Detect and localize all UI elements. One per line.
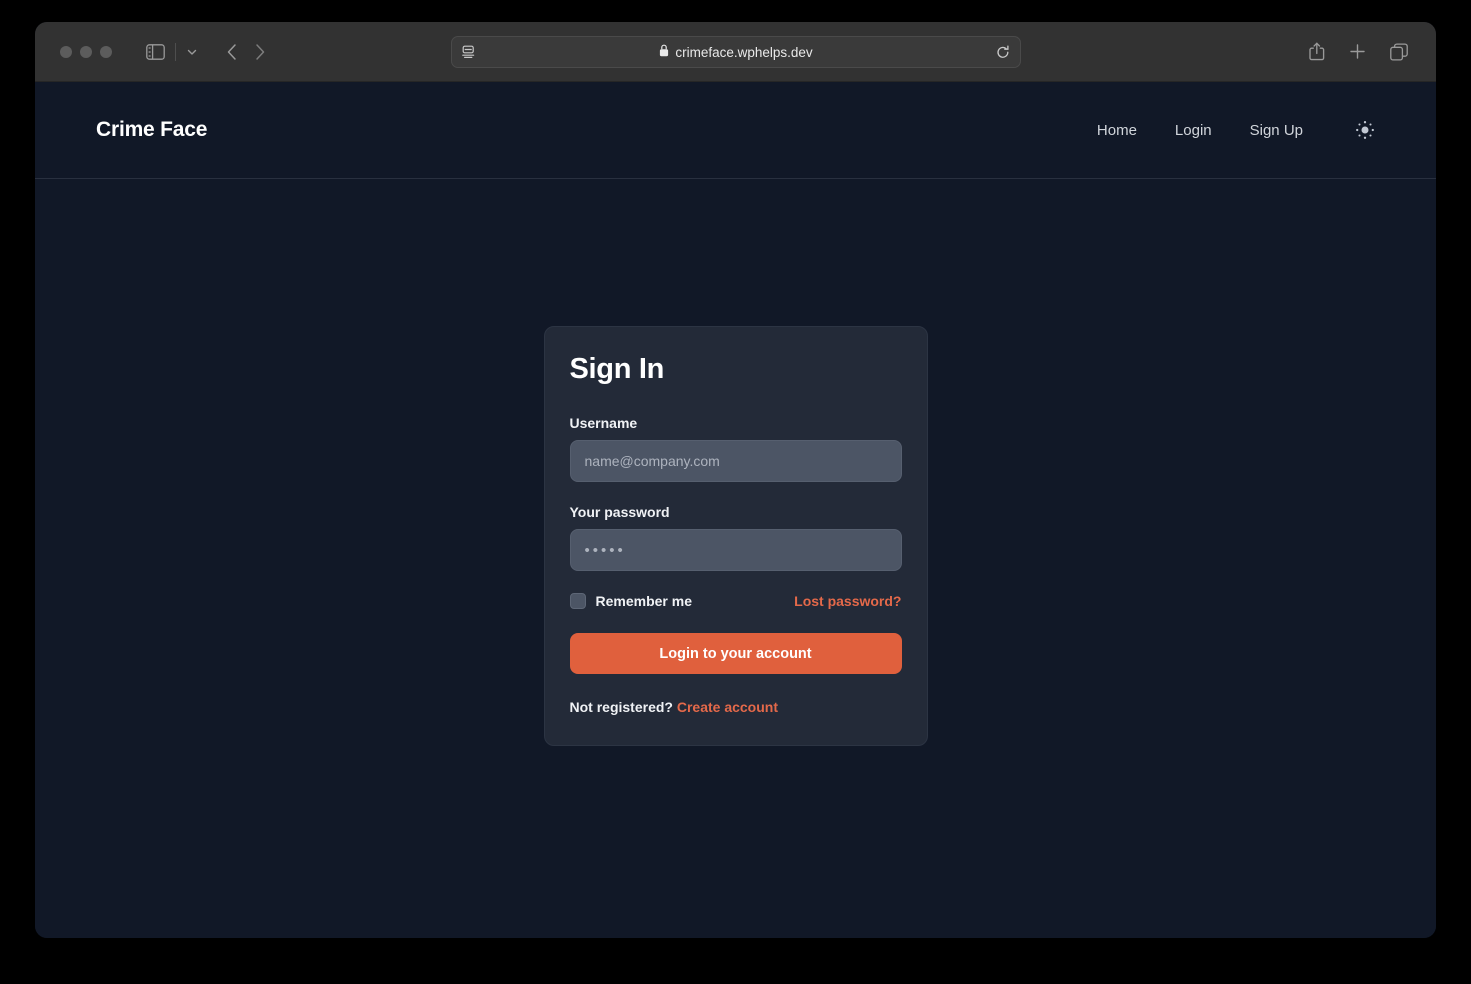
url-text: crimeface.wphelps.dev: [675, 44, 813, 60]
sidebar-toggle-icon[interactable]: [146, 43, 165, 60]
close-window-button[interactable]: [60, 45, 72, 58]
remember-me-checkbox[interactable]: [569, 593, 586, 609]
address-bar[interactable]: crimeface.wphelps.dev: [450, 36, 1021, 68]
password-input[interactable]: [569, 529, 902, 571]
navigation-arrows: [226, 43, 266, 61]
main-content: Sign In Username Your password Remember …: [35, 179, 1436, 746]
password-label: Your password: [569, 504, 670, 520]
maximize-window-button[interactable]: [100, 45, 112, 58]
plus-icon[interactable]: [1349, 43, 1366, 60]
forward-arrow-icon[interactable]: [254, 43, 266, 61]
lock-icon: [659, 44, 669, 60]
lost-password-link[interactable]: Lost password?: [794, 593, 901, 609]
toolbar-right-actions: [1309, 42, 1416, 61]
username-label: Username: [569, 415, 638, 431]
web-page: Crime Face Home Login Sign Up Sign In Us…: [35, 82, 1436, 938]
window-traffic-lights: [60, 45, 112, 58]
minimize-window-button[interactable]: [80, 45, 92, 58]
nav-link-sign-up[interactable]: Sign Up: [1250, 122, 1303, 139]
nav-link-home[interactable]: Home: [1097, 122, 1137, 139]
tab-overview-icon[interactable]: [1390, 42, 1408, 61]
chevron-down-icon[interactable]: [186, 46, 198, 58]
browser-window: crimeface.wphelps.dev Crime Face Home Lo…: [35, 22, 1436, 938]
register-prompt-text: Not registered?: [569, 699, 673, 715]
browser-toolbar: crimeface.wphelps.dev: [35, 22, 1436, 82]
create-account-link[interactable]: Create account: [677, 699, 778, 715]
sidebar-controls: [146, 42, 198, 61]
share-icon[interactable]: [1309, 42, 1325, 61]
password-field-group: Your password: [569, 504, 902, 571]
username-field-group: Username: [569, 415, 902, 482]
reload-icon[interactable]: [996, 44, 1010, 60]
remember-me-control[interactable]: Remember me: [569, 593, 693, 609]
site-logo[interactable]: Crime Face: [96, 118, 207, 142]
login-button[interactable]: Login to your account: [569, 633, 902, 674]
page-title: Sign In: [569, 353, 665, 385]
site-navigation: Home Login Sign Up: [1097, 120, 1375, 140]
reader-mode-icon[interactable]: [461, 45, 477, 59]
sign-in-card: Sign In Username Your password Remember …: [543, 326, 928, 746]
username-input[interactable]: [569, 440, 902, 482]
address-bar-content: crimeface.wphelps.dev: [477, 44, 996, 60]
remember-me-label: Remember me: [595, 593, 693, 609]
nav-link-login[interactable]: Login: [1175, 122, 1212, 139]
register-prompt-row: Not registered? Create account: [570, 699, 902, 715]
toolbar-divider: [175, 42, 176, 61]
sun-icon[interactable]: [1355, 120, 1375, 140]
site-header: Crime Face Home Login Sign Up: [35, 82, 1436, 179]
back-arrow-icon[interactable]: [226, 43, 238, 61]
form-options-row: Remember me Lost password?: [569, 593, 902, 609]
